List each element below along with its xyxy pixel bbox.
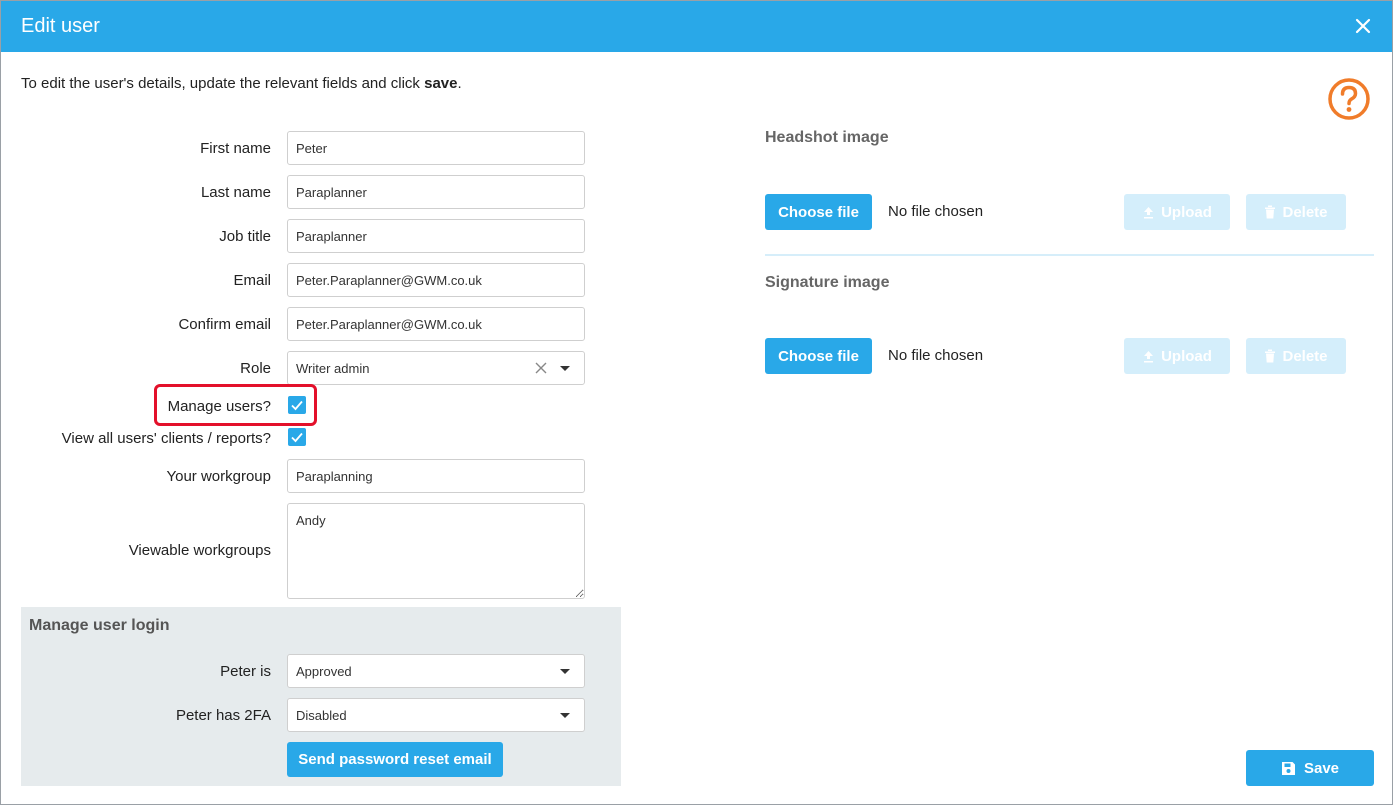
manage-users-checkbox[interactable] bbox=[288, 396, 306, 414]
headshot-file-status: No file chosen bbox=[888, 203, 984, 220]
first-name-input[interactable] bbox=[287, 131, 585, 165]
login-panel-title: Manage user login bbox=[29, 617, 170, 634]
twofa-value: Disabled bbox=[296, 707, 347, 723]
signature-choose-file-button[interactable]: Choose file bbox=[765, 338, 872, 374]
headshot-title: Headshot image bbox=[765, 129, 889, 146]
manage-users-label: Manage users? bbox=[167, 398, 271, 415]
intro-text: To edit the user's details, update the r… bbox=[21, 75, 462, 92]
edit-user-dialog: Edit user To edit the user's details, up… bbox=[0, 0, 1393, 805]
intro-save-word: save bbox=[424, 75, 458, 92]
confirm-email-input[interactable] bbox=[287, 307, 585, 341]
signature-title: Signature image bbox=[765, 274, 890, 291]
viewable-workgroups-label: Viewable workgroups bbox=[128, 542, 271, 559]
last-name-label: Last name bbox=[200, 184, 271, 201]
role-label: Role bbox=[240, 360, 271, 377]
dialog-header: Edit user bbox=[1, 1, 1392, 52]
status-select[interactable]: Approved bbox=[287, 654, 585, 688]
help-icon[interactable] bbox=[1327, 77, 1371, 121]
checkmark-icon bbox=[291, 400, 303, 411]
trash-icon bbox=[1265, 205, 1276, 219]
job-title-label: Job title bbox=[219, 228, 271, 245]
viewable-workgroups-textarea[interactable]: Andy bbox=[287, 503, 585, 599]
signature-delete-button[interactable]: Delete bbox=[1246, 338, 1346, 374]
role-select[interactable]: Writer admin bbox=[287, 351, 585, 385]
dialog-title: Edit user bbox=[21, 15, 100, 37]
close-icon[interactable] bbox=[1353, 16, 1373, 36]
headshot-delete-button[interactable]: Delete bbox=[1246, 194, 1346, 230]
upload-icon bbox=[1144, 206, 1154, 218]
save-icon bbox=[1281, 761, 1295, 775]
first-name-label: First name bbox=[200, 140, 271, 157]
twofa-select[interactable]: Disabled bbox=[287, 698, 585, 732]
job-title-input[interactable] bbox=[287, 219, 585, 253]
clear-icon[interactable] bbox=[534, 361, 548, 375]
headshot-choose-file-button[interactable]: Choose file bbox=[765, 194, 872, 230]
last-name-input[interactable] bbox=[287, 175, 585, 209]
signature-upload-button[interactable]: Upload bbox=[1124, 338, 1230, 374]
section-divider bbox=[765, 254, 1374, 256]
view-all-checkbox[interactable] bbox=[288, 428, 306, 446]
save-button[interactable]: Save bbox=[1246, 750, 1374, 786]
confirm-email-label: Confirm email bbox=[178, 316, 271, 333]
view-all-label: View all users' clients / reports? bbox=[61, 430, 271, 447]
status-value: Approved bbox=[296, 663, 352, 679]
headshot-upload-button[interactable]: Upload bbox=[1124, 194, 1230, 230]
chevron-down-icon bbox=[560, 712, 570, 718]
trash-icon bbox=[1265, 349, 1276, 363]
email-label: Email bbox=[233, 272, 271, 289]
signature-file-status: No file chosen bbox=[888, 347, 984, 364]
workgroup-label: Your workgroup bbox=[166, 468, 271, 485]
email-input[interactable] bbox=[287, 263, 585, 297]
role-value: Writer admin bbox=[296, 360, 370, 376]
workgroup-input[interactable] bbox=[287, 459, 585, 493]
upload-icon bbox=[1144, 350, 1154, 362]
send-reset-email-button[interactable]: Send password reset email bbox=[287, 742, 503, 777]
status-label: Peter is bbox=[220, 663, 271, 680]
checkmark-icon bbox=[291, 432, 303, 443]
chevron-down-icon bbox=[560, 668, 570, 674]
chevron-down-icon bbox=[560, 365, 570, 371]
twofa-label: Peter has 2FA bbox=[175, 707, 271, 724]
